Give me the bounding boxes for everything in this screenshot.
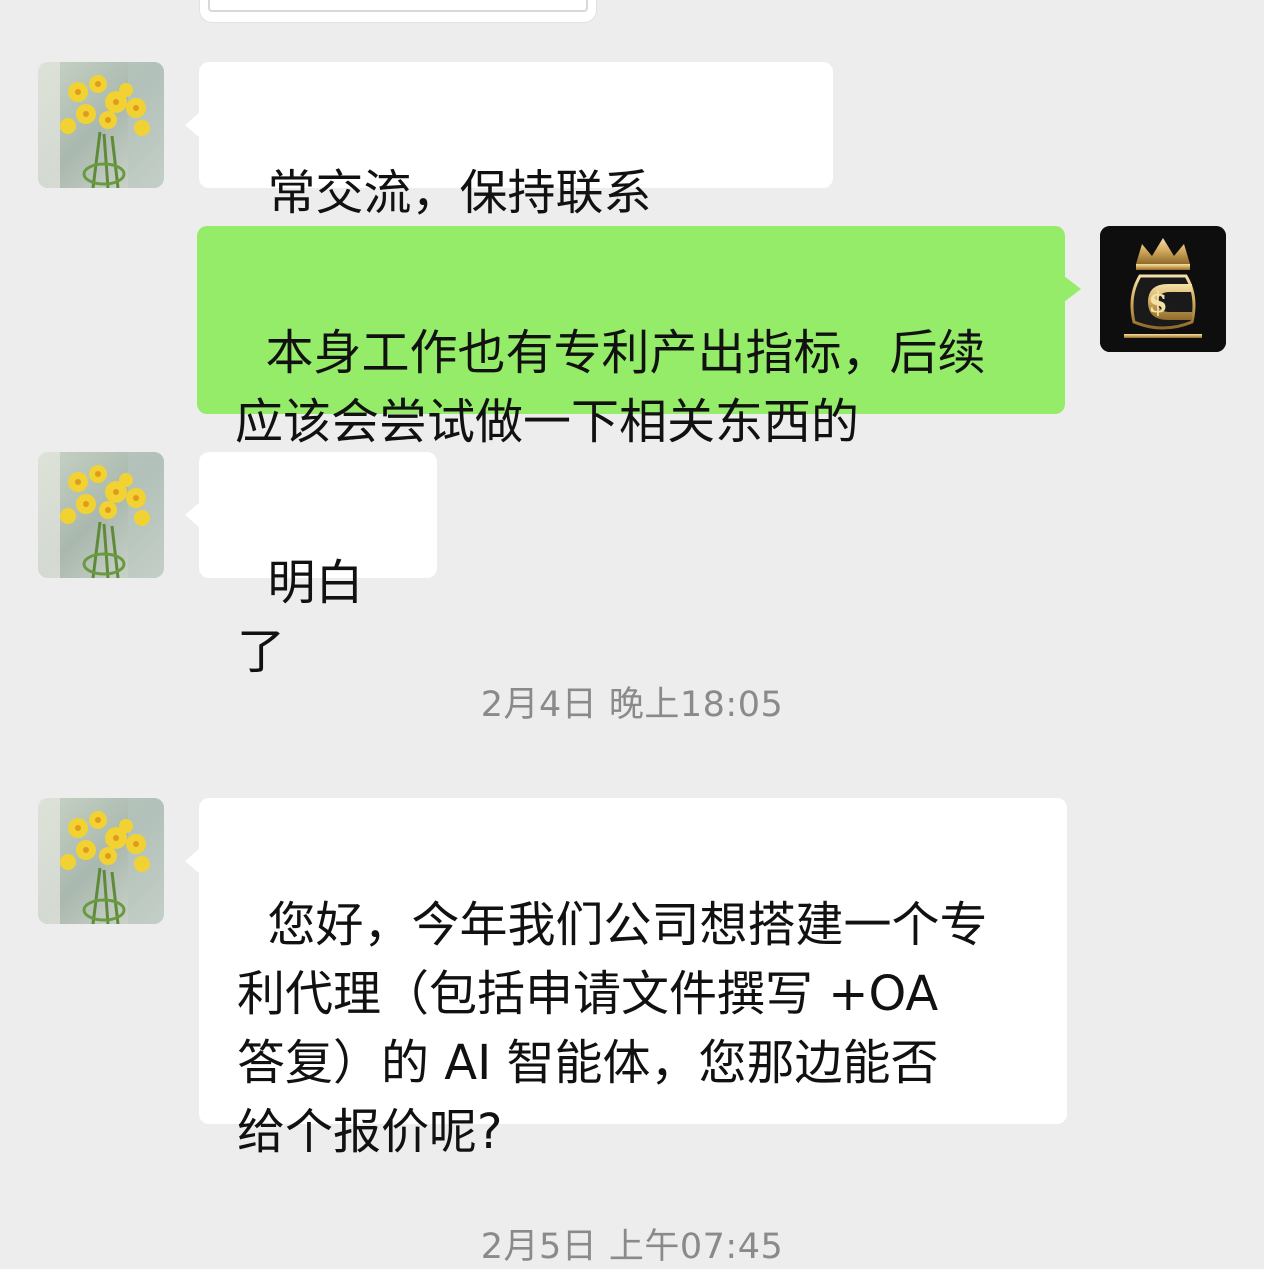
message-text: 您好，今年我们公司想搭建一个专 利代理（包括申请文件撰写 +OA 答复）的 AI… — [237, 897, 988, 1160]
svg-text:$: $ — [1148, 286, 1167, 319]
daffodil-avatar-icon — [38, 798, 164, 924]
message-bubble-incoming[interactable]: 您好，今年我们公司想搭建一个专 利代理（包括申请文件撰写 +OA 答复）的 AI… — [185, 798, 1067, 1160]
praying-hands-emoji-icon — [716, 168, 776, 362]
previous-card-inner — [208, 0, 588, 12]
message-text: 本身工作也有专利产出指标，后续 应该会尝试做一下相关东西的 — [235, 325, 986, 450]
crown-money-bag-icon: $ — [1100, 226, 1226, 352]
chat-timestamp: 2月4日 晚上18:05 — [480, 685, 784, 725]
message-bubble-outgoing[interactable]: 本身工作也有专利产出指标，后续 应该会尝试做一下相关东西的 — [197, 226, 1081, 450]
handshake-emoji-icon — [654, 168, 714, 354]
contact-avatar[interactable] — [38, 452, 164, 578]
message-text: 常交流，保持联系 — [267, 165, 652, 221]
daffodil-avatar-icon — [38, 452, 164, 578]
contact-avatar[interactable] — [38, 798, 164, 924]
daffodil-avatar-icon — [38, 62, 164, 188]
message-text: 明白了 — [237, 555, 364, 680]
my-avatar[interactable]: $ — [1100, 226, 1226, 352]
message-bubble-incoming[interactable]: 常交流，保持联系 — [185, 62, 833, 362]
message-bubble-incoming[interactable]: 明白了 — [185, 452, 437, 680]
contact-avatar[interactable] — [38, 62, 164, 188]
previous-message-card[interactable] — [200, 0, 596, 22]
